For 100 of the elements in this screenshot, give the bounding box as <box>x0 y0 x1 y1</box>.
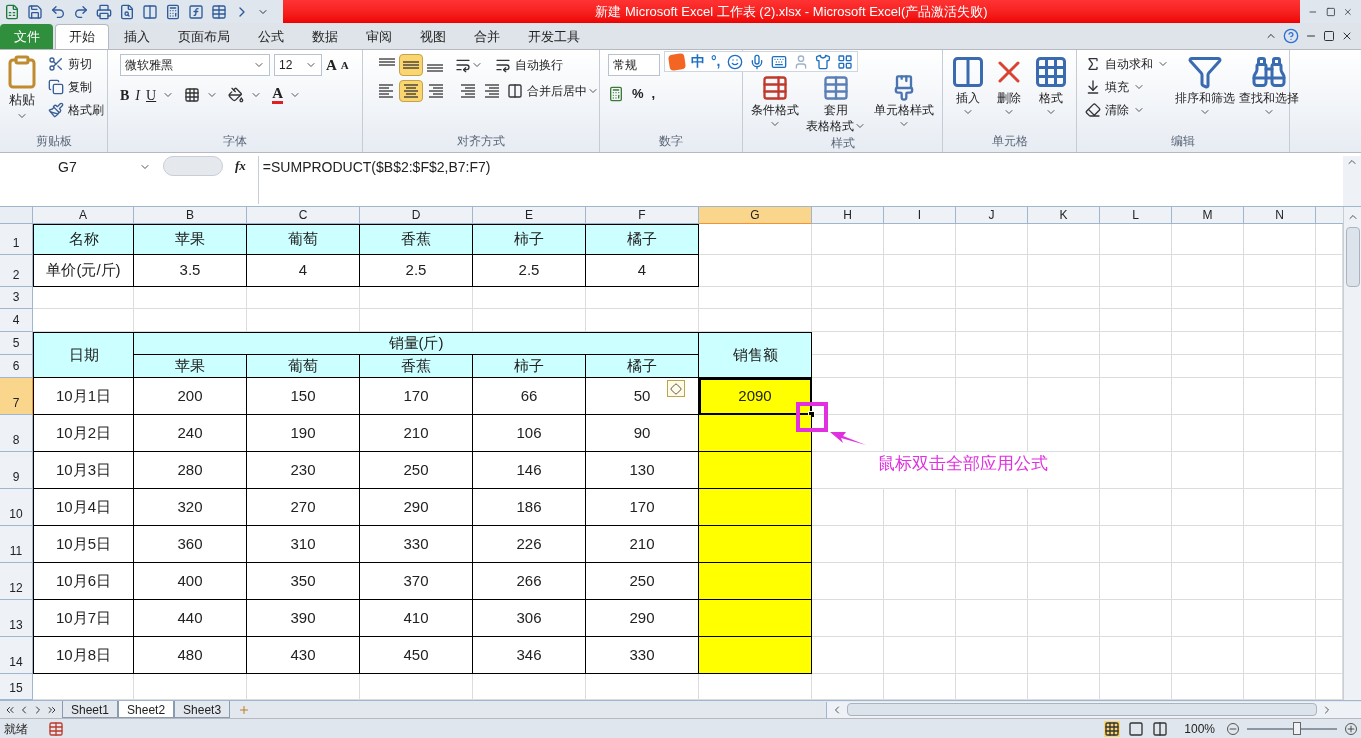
sheet-tab[interactable]: Sheet3 <box>174 701 231 718</box>
ribbon-button[interactable]: 格式刷 <box>48 100 104 120</box>
table-cell: 360 <box>134 526 247 563</box>
table-cell: 130 <box>586 452 699 489</box>
ribbon-button[interactable]: 剪切 <box>48 54 104 74</box>
font-name-field[interactable]: 微软雅黑 <box>120 54 270 77</box>
column-header[interactable]: I <box>884 207 956 224</box>
ribbon-button[interactable]: 单元格样式 <box>872 74 937 134</box>
column-header[interactable]: E <box>473 207 586 224</box>
row-header[interactable]: 15 <box>0 674 33 700</box>
row-header[interactable]: 12 <box>0 563 33 600</box>
row-header[interactable]: 2 <box>0 255 33 287</box>
table-cell: 290 <box>360 489 473 526</box>
table-cell: 10月3日 <box>33 452 134 489</box>
ribbon-tab[interactable]: 页面布局 <box>165 24 243 49</box>
zoom-level[interactable]: 100% <box>1184 719 1215 738</box>
italic-button[interactable]: I <box>135 84 140 106</box>
table-cell: 170 <box>360 378 473 415</box>
number-style-button[interactable]: % <box>632 84 644 104</box>
table-cell: 日期 <box>33 332 134 378</box>
window-title: 新建 Microsoft Excel 工作表 (2).xlsx - Microsoft Excel(产品激活失败) <box>595 2 988 21</box>
column-header[interactable]: M <box>1172 207 1244 224</box>
row-header[interactable]: 13 <box>0 600 33 637</box>
ribbon-button[interactable]: 格式 <box>1031 54 1072 132</box>
table-cell: 390 <box>247 600 360 637</box>
table-cell: 4 <box>247 255 360 287</box>
column-header[interactable]: H <box>812 207 884 224</box>
column-header[interactable]: A <box>33 207 134 224</box>
bold-button[interactable]: B <box>120 84 130 106</box>
status-text: 就绪 <box>4 720 28 738</box>
row-header[interactable]: 6 <box>0 355 33 378</box>
row-header[interactable]: 4 <box>0 309 33 332</box>
sheet-tab[interactable]: Sheet2 <box>118 701 175 718</box>
ribbon-tab[interactable]: 开始 <box>55 24 109 49</box>
row-header[interactable]: 3 <box>0 287 33 309</box>
ribbon-tab[interactable]: 插入 <box>111 24 163 49</box>
table-cell: 苹果 <box>134 355 247 378</box>
table-cell: 2.5 <box>360 255 473 287</box>
row-header[interactable]: 7 <box>0 378 33 415</box>
table-cell: 240 <box>134 415 247 452</box>
row-header[interactable]: 10 <box>0 489 33 526</box>
ribbon-button[interactable]: 排序和筛选 <box>1173 54 1237 132</box>
table-cell: 106 <box>473 415 586 452</box>
ribbon-tab[interactable]: 开发工具 <box>515 24 593 49</box>
table-cell: 480 <box>134 637 247 674</box>
underline-button[interactable]: U <box>146 84 157 106</box>
ribbon-button[interactable]: 删除 <box>989 54 1030 132</box>
ime-button[interactable]: 中 <box>691 51 705 72</box>
ribbon-button[interactable]: 自动求和 <box>1085 54 1169 74</box>
column-header[interactable]: D <box>360 207 473 224</box>
column-header[interactable]: L <box>1100 207 1172 224</box>
row-header[interactable]: 14 <box>0 637 33 674</box>
column-header[interactable]: G <box>699 207 812 224</box>
ribbon-tab[interactable]: 数据 <box>299 24 351 49</box>
table-cell: 3.5 <box>134 255 247 287</box>
row-header[interactable]: 8 <box>0 415 33 452</box>
row-header[interactable]: 11 <box>0 526 33 563</box>
column-header[interactable]: C <box>247 207 360 224</box>
ribbon-button[interactable]: 清除 <box>1085 100 1169 120</box>
row-header[interactable]: 5 <box>0 332 33 355</box>
column-header[interactable]: B <box>134 207 247 224</box>
ribbon-button[interactable]: 条件格式 <box>748 74 801 134</box>
name-box[interactable]: G7 <box>0 156 155 178</box>
font-size-field[interactable]: 12 <box>274 54 322 77</box>
row-header[interactable]: 9 <box>0 452 33 489</box>
ribbon-tab[interactable]: 审阅 <box>353 24 405 49</box>
wrap-text-button[interactable]: 自动换行 <box>495 56 563 74</box>
ribbon-tab[interactable]: 合并 <box>461 24 513 49</box>
ribbon-button[interactable]: 填充 <box>1085 77 1169 97</box>
table-cell: 200 <box>134 378 247 415</box>
row-header[interactable]: 1 <box>0 224 33 255</box>
annotation-label: 鼠标双击全部应用公式 <box>812 452 1100 489</box>
ribbon-button[interactable]: 套用 表格格式 <box>804 74 869 134</box>
ribbon-button[interactable]: 复制 <box>48 77 104 97</box>
ribbon-button[interactable]: 查找和选择 <box>1237 54 1301 132</box>
ime-button[interactable]: °, <box>711 51 721 72</box>
ribbon-button[interactable]: 插入 <box>947 54 988 132</box>
column-header[interactable]: K <box>1028 207 1100 224</box>
group-label: 对齐方式 <box>456 133 506 150</box>
ribbon-tab[interactable]: 视图 <box>407 24 459 49</box>
grow-font-button[interactable]: A <box>326 54 337 77</box>
sheet-tab[interactable]: Sheet1 <box>62 701 119 718</box>
merge-center-button[interactable]: 合并后居中 <box>507 82 587 100</box>
column-header[interactable]: N <box>1244 207 1316 224</box>
ribbon-tab[interactable]: 公式 <box>245 24 297 49</box>
group-label: 字体 <box>222 133 248 150</box>
number-style-button[interactable]: , <box>651 84 656 104</box>
column-header[interactable]: J <box>956 207 1028 224</box>
paste-button[interactable]: 粘贴 <box>4 54 40 132</box>
table-cell: 50 <box>586 378 699 415</box>
table-cell: 10月1日 <box>33 378 134 415</box>
column-header[interactable]: F <box>586 207 699 224</box>
number-format-field[interactable]: 常规 <box>608 54 660 76</box>
insert-function-button[interactable]: fx <box>235 156 246 176</box>
table-cell: 370 <box>360 563 473 600</box>
shrink-font-button[interactable]: A <box>340 57 349 74</box>
table-cell: 346 <box>473 637 586 674</box>
file-tab[interactable]: 文件 <box>0 24 53 49</box>
table-cell: 330 <box>586 637 699 674</box>
font-color-button[interactable]: A <box>272 86 283 104</box>
